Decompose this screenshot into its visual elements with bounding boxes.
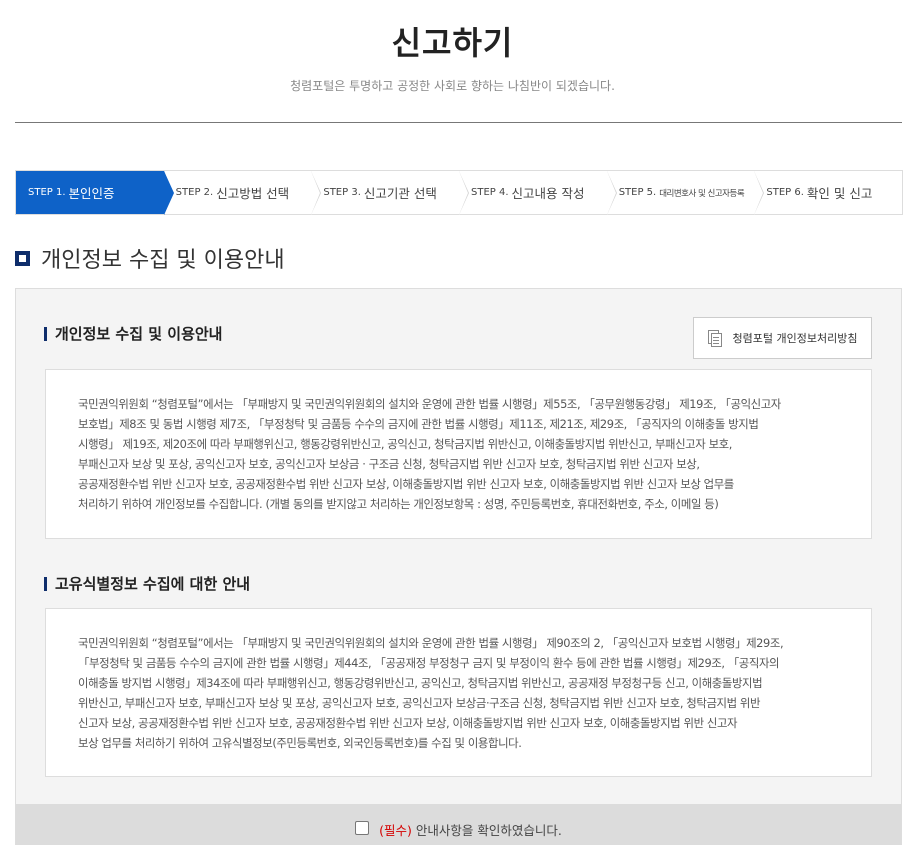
privacy-policy-button[interactable]: 청렴포털 개인정보처리방침 — [693, 317, 872, 359]
privacy-notice-text: 국민권익위원회 “청렴포털”에서는 「부패방지 및 국민권익위원회의 설치와 운… — [45, 369, 872, 539]
step-number: STEP 6. — [766, 187, 804, 198]
step-5: STEP 5. 대리변호사 및 신고자등록 — [606, 171, 765, 215]
text-line: 보호법」제8조 및 동법 시행령 제7조, 「부정청탁 및 금품등 수수의 금지… — [78, 417, 759, 431]
square-bullet-icon — [15, 250, 30, 266]
unique-id-subtitle: 고유식별정보 수집에 대한 안내 — [55, 575, 251, 593]
agree-checkbox[interactable] — [355, 821, 370, 835]
page-subtitle: 청렴포털은 투명하고 공정한 사회로 향하는 나침반이 되겠습니다. — [290, 79, 615, 93]
privacy-subtitle: 개인정보 수집 및 이용안내 — [55, 325, 223, 343]
privacy-policy-label: 청렴포털 개인정보처리방침 — [732, 332, 858, 345]
title-divider — [15, 122, 902, 123]
step-number: STEP 2. — [175, 187, 214, 198]
page-title: 신고하기 — [391, 24, 514, 62]
step-label: 신고내용 작성 — [511, 186, 585, 201]
step-6: STEP 6. 확인 및 신고 — [754, 171, 903, 214]
text-line: 공공재정환수법 위반 신고자 보호, 공공재정환수법 위반 신고자 보상, 이해… — [78, 477, 734, 491]
step-3: STEP 3. 신고기관 선택 — [311, 171, 470, 215]
text-line: 신고자 보상, 공공재정환수법 위반 신고자 보호, 공공재정환수법 위반 신고… — [78, 716, 738, 730]
text-line: 위반신고, 부패신고자 보호, 부패신고자 보상 및 포상, 공익신고자 보호,… — [78, 696, 761, 710]
text-line: 보상 업무를 처리하기 위하여 고유식별정보(주민등록번호, 외국인등록번호)를… — [78, 736, 522, 750]
step-label: 신고방법 선택 — [216, 186, 290, 201]
step-number: STEP 4. — [471, 187, 509, 198]
text-line: 부패신고자 보상 및 포상, 공익신고자 보호, 공익신고자 보상금 · 구조금… — [78, 457, 700, 471]
bar-bullet-icon — [44, 576, 47, 591]
required-tag: (필수) — [379, 823, 412, 838]
step-4: STEP 4. 신고내용 작성 — [459, 171, 617, 215]
document-icon — [707, 329, 723, 347]
unique-id-notice-text: 국민권익위원회 “청렴포털”에서는 「부패방지 및 국민권익위원회의 설치와 운… — [45, 608, 872, 777]
step-label: 확인 및 신고 — [806, 186, 873, 201]
text-line: 이해충돌 방지법 시행령」제34조에 따라 부패행위신고, 행동강령위반신고, … — [78, 676, 763, 690]
text-line: 국민권익위원회 “청렴포털”에서는 「부패방지 및 국민권익위원회의 설치와 운… — [78, 397, 781, 411]
text-line: 국민권익위원회 “청렴포털”에서는 「부패방지 및 국민권익위원회의 설치와 운… — [78, 636, 784, 650]
step-number: STEP 5. — [618, 187, 657, 198]
step-number: STEP 3. — [323, 187, 361, 198]
step-label: 대리변호사 및 신고자등록 — [659, 188, 745, 199]
privacy-subheader: 개인정보 수집 및 이용안내 — [44, 323, 222, 344]
section-title: 개인정보 수집 및 이용안내 — [41, 248, 285, 273]
step-progress-bar: STEP 1. 본인인증 STEP 2. 신고방법 선택 STEP 3. 신고기관 선… — [15, 170, 903, 215]
text-line: 「부정청탁 및 금품등 수수의 금지에 관한 법률 시행령」제44조, 「공공재… — [78, 656, 780, 670]
step-2: STEP 2. 신고방법 선택 — [163, 171, 322, 215]
agreement-bar: (필수) 안내사항을 확인하였습니다. — [16, 804, 901, 845]
consent-panel: 개인정보 수집 및 이용안내 청렴포털 개인정보처리방침 국민권익위원회 “청렴… — [15, 288, 902, 845]
step-label: 신고기관 선택 — [363, 186, 437, 201]
text-line: 시행령」 제19조, 제20조에 따라 부패행위신고, 행동강령위반신고, 공익… — [78, 437, 732, 451]
step-label: 본인인증 — [68, 186, 115, 201]
section-header: 개인정보 수집 및 이용안내 — [15, 242, 285, 274]
agree-label[interactable]: 안내사항을 확인하였습니다. — [416, 820, 562, 845]
unique-id-subheader: 고유식별정보 수집에 대한 안내 — [44, 573, 250, 594]
step-number: STEP 1. — [28, 187, 66, 198]
bar-bullet-icon — [44, 326, 47, 341]
text-line: 처리하기 위하여 개인정보를 수집합니다. (개별 동의를 받지않고 처리하는 … — [78, 497, 719, 511]
step-1: STEP 1. 본인인증 — [16, 171, 174, 215]
